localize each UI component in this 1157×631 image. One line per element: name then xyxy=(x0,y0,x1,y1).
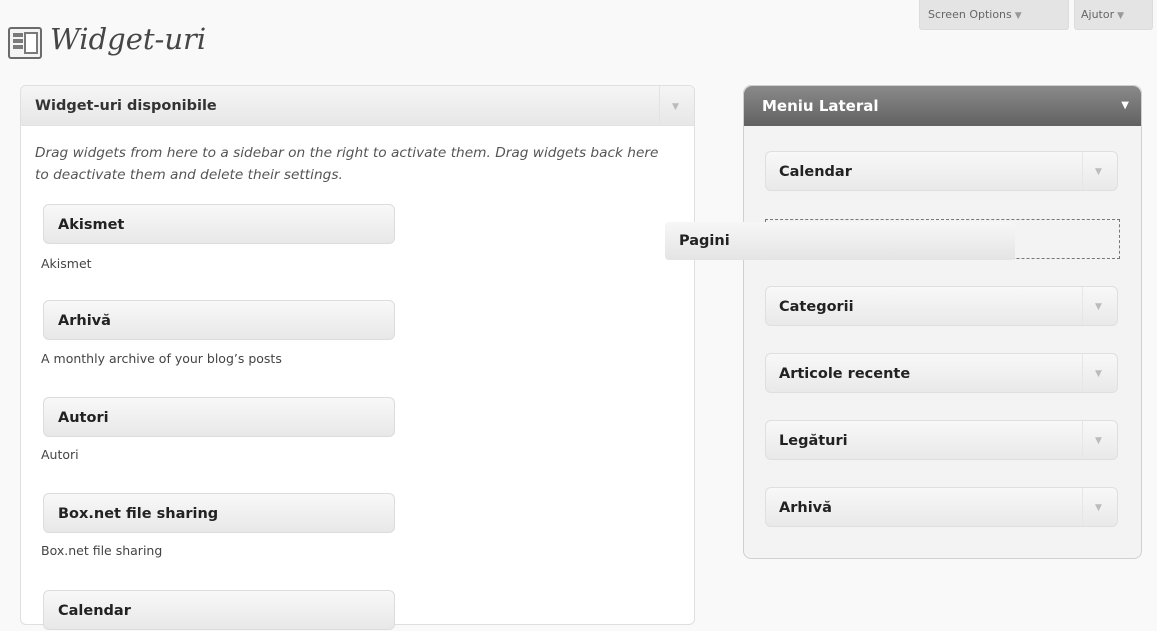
widget-title: Calendar xyxy=(779,164,852,180)
help-label: Ajutor xyxy=(1081,8,1115,21)
widget-toggle[interactable]: ▼ xyxy=(1082,152,1117,190)
help-button[interactable]: Ajutor ▼ xyxy=(1074,0,1153,30)
page-title: Widget-uri xyxy=(50,22,207,56)
sidebar-meniu-lateral: Meniu Lateral ▼ Calendar ▼ Categorii ▼ A… xyxy=(743,85,1142,559)
available-widgets-description: Drag widgets from here to a sidebar on t… xyxy=(35,145,659,183)
sidebar-header[interactable]: Meniu Lateral ▼ xyxy=(744,86,1141,126)
sidebar-widget-legaturi[interactable]: Legături ▼ xyxy=(765,420,1118,460)
widget-description: Akismet xyxy=(41,256,92,271)
triangle-down-icon: ▼ xyxy=(1095,167,1102,177)
widget-description: Box.net file sharing xyxy=(41,543,163,558)
triangle-down-icon: ▼ xyxy=(1095,302,1102,312)
sidebar-title: Meniu Lateral xyxy=(762,97,879,115)
widget-title: Arhivă xyxy=(58,313,111,329)
screen-options-button[interactable]: Screen Options ▼ xyxy=(919,0,1069,30)
widget-title: Categorii xyxy=(779,299,854,315)
widget-title: Legături xyxy=(779,433,848,449)
widget-calendar[interactable]: Calendar xyxy=(43,590,395,630)
triangle-down-icon[interactable]: ▼ xyxy=(1121,100,1129,111)
screen-options-label: Screen Options xyxy=(928,8,1012,21)
available-widgets-header[interactable]: Widget-uri disponibile ▼ xyxy=(21,86,694,126)
sidebar-widget-articole-recente[interactable]: Articole recente ▼ xyxy=(765,353,1118,393)
collapse-toggle[interactable]: ▼ xyxy=(659,86,694,125)
widget-description: A monthly archive of your blog’s posts xyxy=(41,351,282,366)
widget-title: Pagini xyxy=(679,233,730,249)
widget-title: Box.net file sharing xyxy=(58,506,219,522)
dragging-widget-pagini[interactable]: Pagini xyxy=(665,222,1015,260)
widget-autori[interactable]: Autori xyxy=(43,397,395,437)
widget-akismet[interactable]: Akismet xyxy=(43,204,395,244)
widget-toggle[interactable]: ▼ xyxy=(1082,354,1117,392)
widget-title: Articole recente xyxy=(779,366,911,382)
widget-title: Autori xyxy=(58,410,109,426)
widget-title: Calendar xyxy=(58,603,131,619)
widget-toggle[interactable]: ▼ xyxy=(1082,488,1117,526)
widget-arhiva[interactable]: Arhivă xyxy=(43,300,395,340)
widget-title: Akismet xyxy=(58,217,125,233)
available-widgets-title: Widget-uri disponibile xyxy=(35,98,217,114)
available-widgets-panel: Widget-uri disponibile ▼ Drag widgets fr… xyxy=(20,85,695,630)
widget-description: Autori xyxy=(41,447,79,462)
triangle-down-icon: ▼ xyxy=(1095,503,1102,513)
triangle-down-icon: ▼ xyxy=(1095,436,1102,446)
widget-title: Arhivă xyxy=(779,500,832,516)
triangle-down-icon: ▼ xyxy=(672,102,679,112)
widget-toggle[interactable]: ▼ xyxy=(1082,421,1117,459)
sidebar-widget-calendar[interactable]: Calendar ▼ xyxy=(765,151,1118,191)
triangle-down-icon: ▼ xyxy=(1014,11,1022,21)
triangle-down-icon: ▼ xyxy=(1117,11,1125,21)
triangle-down-icon: ▼ xyxy=(1095,369,1102,379)
widget-box-net[interactable]: Box.net file sharing xyxy=(43,493,395,533)
sidebar-widget-categorii[interactable]: Categorii ▼ xyxy=(765,286,1118,326)
widget-toggle[interactable]: ▼ xyxy=(1082,287,1117,325)
widgets-icon xyxy=(8,27,42,59)
sidebar-widget-arhiva[interactable]: Arhivă ▼ xyxy=(765,487,1118,527)
